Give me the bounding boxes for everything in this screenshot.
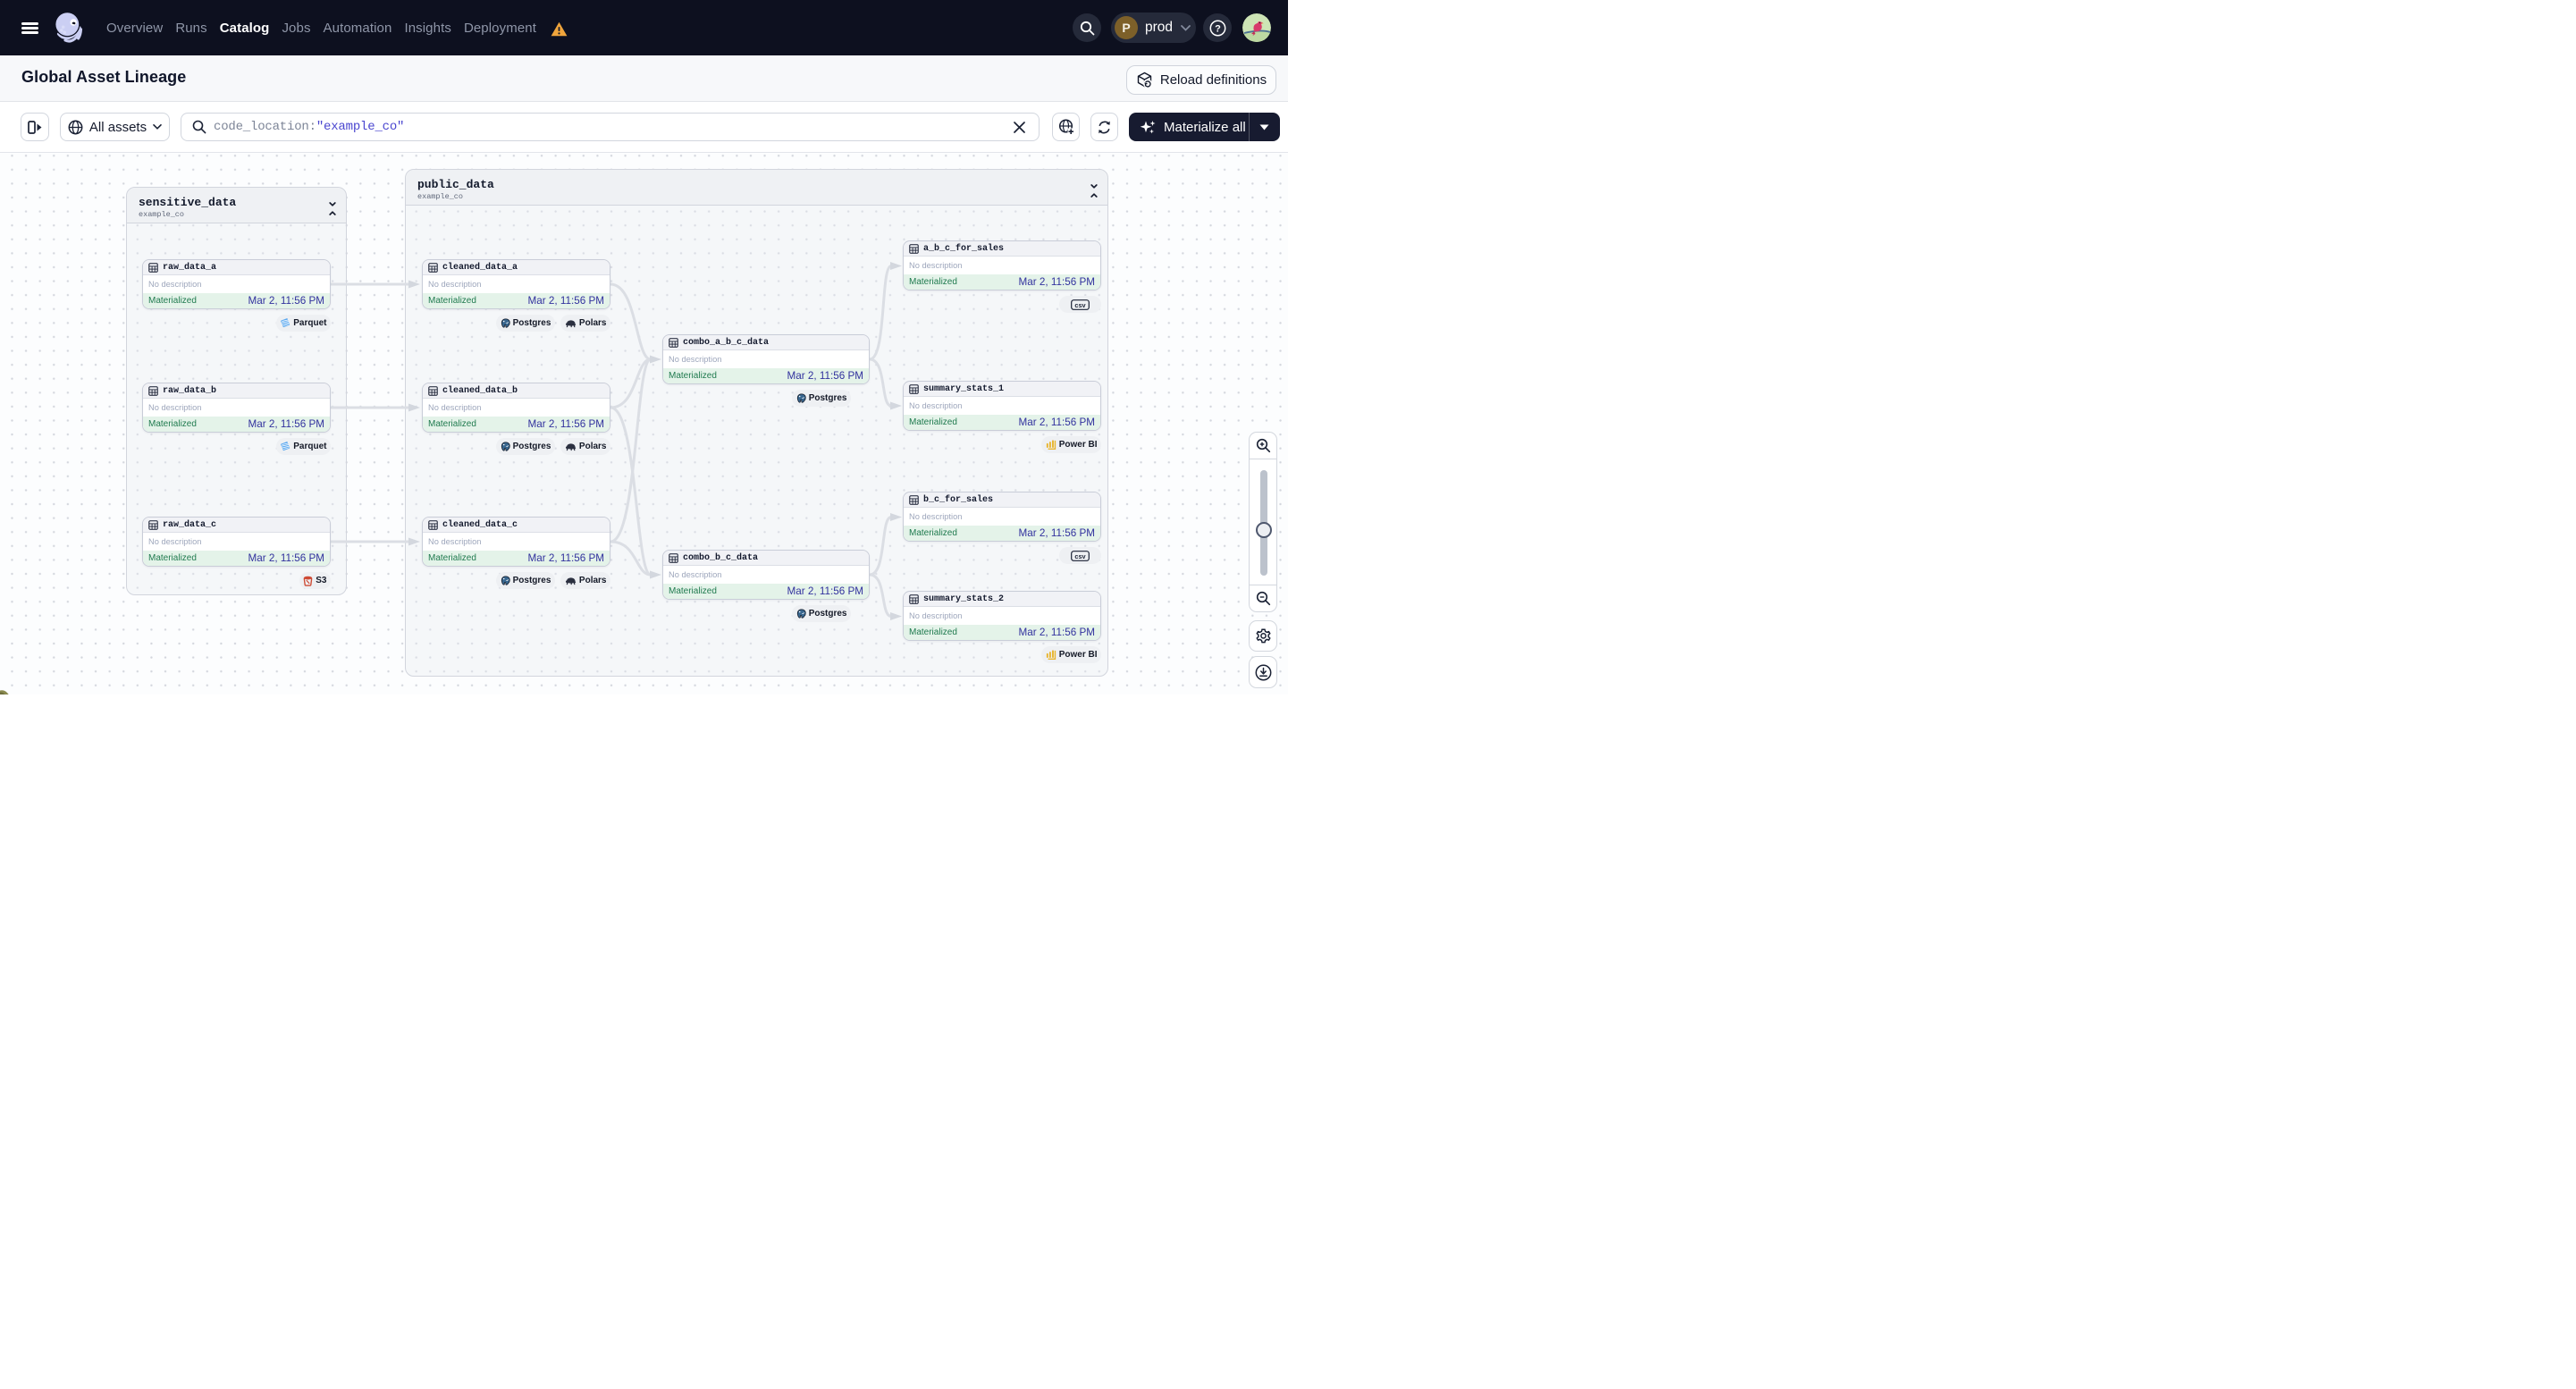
svg-text:csv: csv <box>1074 551 1086 560</box>
svg-text:?: ? <box>1215 23 1221 34</box>
svg-text:csv: csv <box>1074 300 1086 308</box>
